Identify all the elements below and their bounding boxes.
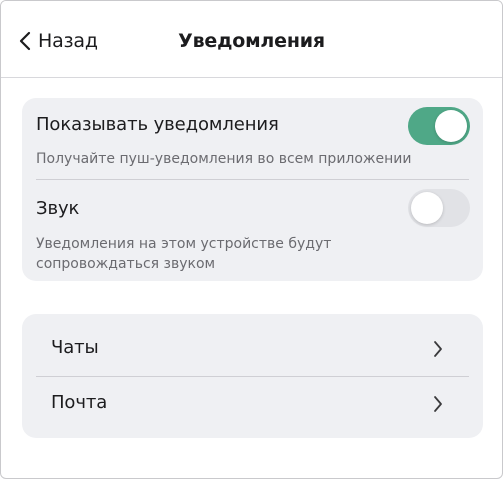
navigation-header: Назад Уведомления [1, 1, 502, 78]
show-notifications-description: Получайте пуш-уведомления во всем прилож… [36, 151, 412, 167]
sound-toggle[interactable] [408, 189, 470, 227]
settings-window: Назад Уведомления Показывать уведомления… [0, 0, 503, 479]
toggle-knob [435, 110, 467, 142]
show-notifications-toggle[interactable] [408, 107, 470, 145]
channels-group: Чаты Почта [22, 314, 483, 438]
chevron-right-icon [434, 341, 442, 357]
page-title: Уведомления [178, 30, 325, 52]
toggle-knob [411, 192, 443, 224]
divider [36, 179, 469, 180]
show-notifications-label: Показывать уведомления [36, 114, 279, 135]
sound-label: Звук [36, 198, 80, 219]
chevron-right-icon [434, 396, 442, 412]
chats-label: Чаты [51, 337, 99, 358]
mail-row[interactable]: Почта [22, 377, 483, 431]
chats-row[interactable]: Чаты [22, 322, 483, 376]
sound-description-line-1: Уведомления на этом устройстве будут [36, 236, 332, 252]
sound-description-line-2: сопровождаться звуком [36, 256, 216, 272]
mail-label: Почта [51, 392, 108, 413]
notification-settings-group: Показывать уведомления Получайте пуш-уве… [22, 98, 483, 281]
